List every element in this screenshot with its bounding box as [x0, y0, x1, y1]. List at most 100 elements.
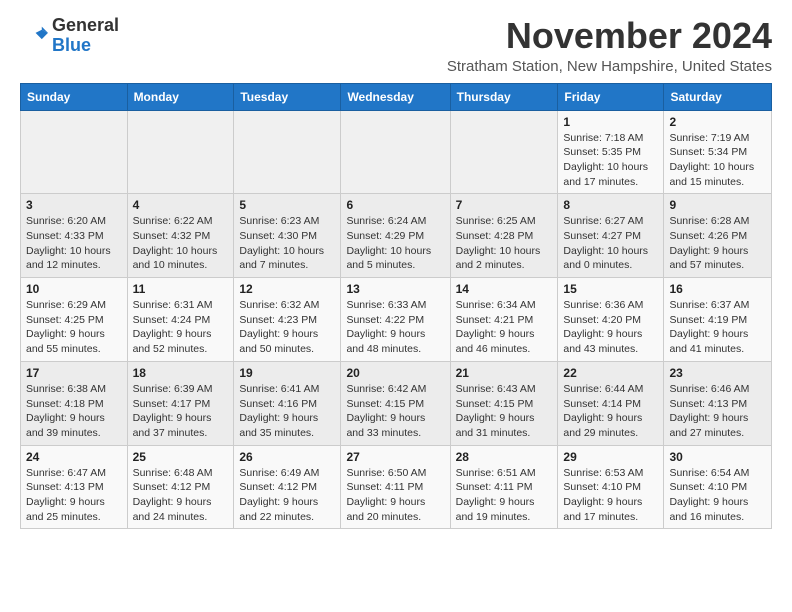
calendar-cell: 13 Sunrise: 6:33 AMSunset: 4:22 PMDayligh… — [341, 278, 450, 362]
calendar-cell — [21, 110, 128, 194]
location-title: Stratham Station, New Hampshire, United … — [447, 58, 772, 75]
day-info: Sunrise: 6:46 AMSunset: 4:13 PMDaylight:… — [669, 382, 766, 441]
day-number: 4 — [133, 198, 229, 212]
logo-blue-text: Blue — [52, 35, 91, 55]
day-info: Sunrise: 6:48 AMSunset: 4:12 PMDaylight:… — [133, 466, 229, 525]
day-info: Sunrise: 6:39 AMSunset: 4:17 PMDaylight:… — [133, 382, 229, 441]
day-info: Sunrise: 6:33 AMSunset: 4:22 PMDaylight:… — [346, 298, 444, 357]
calendar-cell: 27 Sunrise: 6:50 AMSunset: 4:11 PMDayligh… — [341, 445, 450, 529]
calendar-cell: 10 Sunrise: 6:29 AMSunset: 4:25 PMDayligh… — [21, 278, 128, 362]
day-info: Sunrise: 6:47 AMSunset: 4:13 PMDaylight:… — [26, 466, 122, 525]
calendar-cell: 28 Sunrise: 6:51 AMSunset: 4:11 PMDayligh… — [450, 445, 558, 529]
day-info: Sunrise: 6:28 AMSunset: 4:26 PMDaylight:… — [669, 214, 766, 273]
day-number: 6 — [346, 198, 444, 212]
calendar-cell: 19 Sunrise: 6:41 AMSunset: 4:16 PMDayligh… — [234, 361, 341, 445]
calendar-cell: 23 Sunrise: 6:46 AMSunset: 4:13 PMDayligh… — [664, 361, 772, 445]
day-number: 28 — [456, 450, 553, 464]
day-number: 19 — [239, 366, 335, 380]
day-number: 20 — [346, 366, 444, 380]
day-info: Sunrise: 6:22 AMSunset: 4:32 PMDaylight:… — [133, 214, 229, 273]
day-number: 12 — [239, 282, 335, 296]
day-info: Sunrise: 6:53 AMSunset: 4:10 PMDaylight:… — [563, 466, 658, 525]
day-number: 18 — [133, 366, 229, 380]
day-info: Sunrise: 6:42 AMSunset: 4:15 PMDaylight:… — [346, 382, 444, 441]
day-info: Sunrise: 6:32 AMSunset: 4:23 PMDaylight:… — [239, 298, 335, 357]
day-number: 8 — [563, 198, 658, 212]
calendar-cell: 6 Sunrise: 6:24 AMSunset: 4:29 PMDaylight… — [341, 194, 450, 278]
calendar-cell: 29 Sunrise: 6:53 AMSunset: 4:10 PMDayligh… — [558, 445, 664, 529]
day-info: Sunrise: 6:31 AMSunset: 4:24 PMDaylight:… — [133, 298, 229, 357]
day-number: 11 — [133, 282, 229, 296]
day-number: 3 — [26, 198, 122, 212]
day-info: Sunrise: 6:41 AMSunset: 4:16 PMDaylight:… — [239, 382, 335, 441]
calendar-cell — [341, 110, 450, 194]
weekday-header-friday: Friday — [558, 83, 664, 110]
day-number: 7 — [456, 198, 553, 212]
day-number: 23 — [669, 366, 766, 380]
day-info: Sunrise: 6:25 AMSunset: 4:28 PMDaylight:… — [456, 214, 553, 273]
day-info: Sunrise: 6:34 AMSunset: 4:21 PMDaylight:… — [456, 298, 553, 357]
calendar-cell: 16 Sunrise: 6:37 AMSunset: 4:19 PMDayligh… — [664, 278, 772, 362]
day-number: 21 — [456, 366, 553, 380]
calendar-cell: 4 Sunrise: 6:22 AMSunset: 4:32 PMDaylight… — [127, 194, 234, 278]
calendar-cell: 21Sunrise: 6:43 AMSunset: 4:15 PMDayligh… — [450, 361, 558, 445]
day-number: 14 — [456, 282, 553, 296]
day-number: 22 — [563, 366, 658, 380]
day-info: Sunrise: 6:54 AMSunset: 4:10 PMDaylight:… — [669, 466, 766, 525]
day-number: 29 — [563, 450, 658, 464]
calendar-cell: 30Sunrise: 6:54 AMSunset: 4:10 PMDayligh… — [664, 445, 772, 529]
weekday-header-wednesday: Wednesday — [341, 83, 450, 110]
calendar-cell — [127, 110, 234, 194]
day-info: Sunrise: 7:18 AMSunset: 5:35 PMDaylight:… — [563, 131, 658, 190]
day-number: 2 — [669, 115, 766, 129]
calendar-cell: 18 Sunrise: 6:39 AMSunset: 4:17 PMDayligh… — [127, 361, 234, 445]
calendar-cell: 22 Sunrise: 6:44 AMSunset: 4:14 PMDayligh… — [558, 361, 664, 445]
calendar-cell: 7 Sunrise: 6:25 AMSunset: 4:28 PMDaylight… — [450, 194, 558, 278]
day-info: Sunrise: 6:49 AMSunset: 4:12 PMDaylight:… — [239, 466, 335, 525]
weekday-header-thursday: Thursday — [450, 83, 558, 110]
calendar-cell: 20 Sunrise: 6:42 AMSunset: 4:15 PMDayligh… — [341, 361, 450, 445]
day-info: Sunrise: 6:23 AMSunset: 4:30 PMDaylight:… — [239, 214, 335, 273]
weekday-header-monday: Monday — [127, 83, 234, 110]
day-info: Sunrise: 6:29 AMSunset: 4:25 PMDaylight:… — [26, 298, 122, 357]
day-number: 16 — [669, 282, 766, 296]
calendar-cell: 3 Sunrise: 6:20 AMSunset: 4:33 PMDaylight… — [21, 194, 128, 278]
calendar-cell — [450, 110, 558, 194]
day-number: 5 — [239, 198, 335, 212]
day-number: 13 — [346, 282, 444, 296]
day-info: Sunrise: 6:24 AMSunset: 4:29 PMDaylight:… — [346, 214, 444, 273]
day-info: Sunrise: 6:51 AMSunset: 4:11 PMDaylight:… — [456, 466, 553, 525]
calendar-cell: 9Sunrise: 6:28 AMSunset: 4:26 PMDaylight… — [664, 194, 772, 278]
calendar-cell: 14 Sunrise: 6:34 AMSunset: 4:21 PMDayligh… — [450, 278, 558, 362]
calendar-cell: 11 Sunrise: 6:31 AMSunset: 4:24 PMDayligh… — [127, 278, 234, 362]
calendar-cell: 24 Sunrise: 6:47 AMSunset: 4:13 PMDayligh… — [21, 445, 128, 529]
logo-icon — [20, 22, 48, 50]
header: General Blue November 2024 Stratham Stat… — [20, 16, 772, 75]
calendar-cell: 17Sunrise: 6:38 AMSunset: 4:18 PMDayligh… — [21, 361, 128, 445]
day-number: 24 — [26, 450, 122, 464]
logo: General Blue — [20, 16, 119, 56]
calendar-cell — [234, 110, 341, 194]
calendar-cell: 26 Sunrise: 6:49 AMSunset: 4:12 PMDayligh… — [234, 445, 341, 529]
day-info: Sunrise: 7:19 AMSunset: 5:34 PMDaylight:… — [669, 131, 766, 190]
day-info: Sunrise: 6:44 AMSunset: 4:14 PMDaylight:… — [563, 382, 658, 441]
title-section: November 2024 Stratham Station, New Hamp… — [447, 16, 772, 75]
day-number: 10 — [26, 282, 122, 296]
calendar-cell: 5 Sunrise: 6:23 AMSunset: 4:30 PMDaylight… — [234, 194, 341, 278]
weekday-header-tuesday: Tuesday — [234, 83, 341, 110]
day-number: 17 — [26, 366, 122, 380]
day-number: 27 — [346, 450, 444, 464]
day-info: Sunrise: 6:27 AMSunset: 4:27 PMDaylight:… — [563, 214, 658, 273]
day-info: Sunrise: 6:37 AMSunset: 4:19 PMDaylight:… — [669, 298, 766, 357]
day-number: 26 — [239, 450, 335, 464]
calendar-cell: 25 Sunrise: 6:48 AMSunset: 4:12 PMDayligh… — [127, 445, 234, 529]
weekday-header-sunday: Sunday — [21, 83, 128, 110]
calendar-cell: 15Sunrise: 6:36 AMSunset: 4:20 PMDayligh… — [558, 278, 664, 362]
day-info: Sunrise: 6:20 AMSunset: 4:33 PMDaylight:… — [26, 214, 122, 273]
day-number: 1 — [563, 115, 658, 129]
day-number: 25 — [133, 450, 229, 464]
weekday-header-saturday: Saturday — [664, 83, 772, 110]
calendar: SundayMondayTuesdayWednesdayThursdayFrid… — [20, 83, 772, 530]
calendar-cell: 12 Sunrise: 6:32 AMSunset: 4:23 PMDayligh… — [234, 278, 341, 362]
day-info: Sunrise: 6:50 AMSunset: 4:11 PMDaylight:… — [346, 466, 444, 525]
